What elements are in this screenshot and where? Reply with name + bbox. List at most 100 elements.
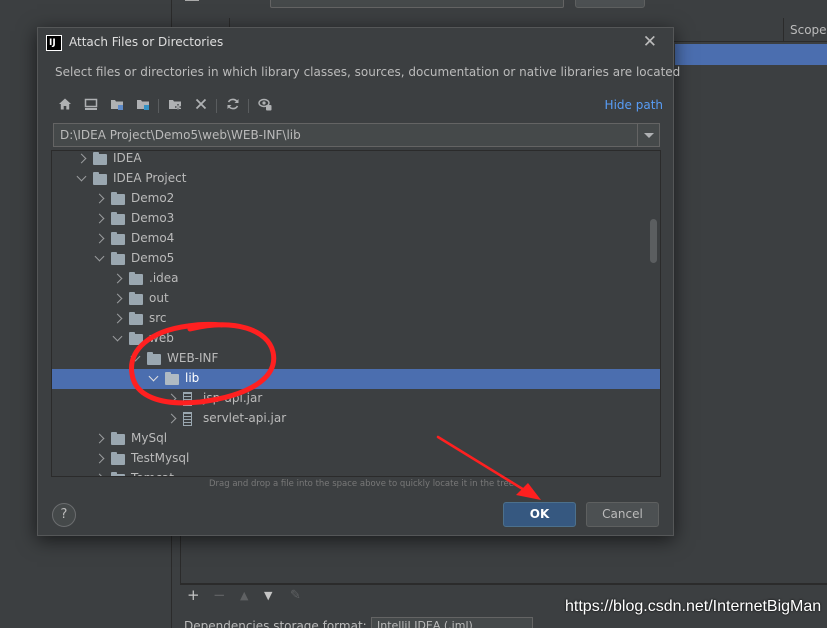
tree-node-label: Demo4 xyxy=(131,231,175,245)
chevron-right-icon[interactable] xyxy=(166,413,177,424)
watermark: https://blog.csdn.net/InternetBigMan xyxy=(565,598,822,615)
add-icon[interactable]: + xyxy=(187,586,200,604)
hide-path-link[interactable]: Hide path xyxy=(605,98,663,112)
chevron-down-icon[interactable] xyxy=(130,351,141,362)
dialog-title: Attach Files or Directories xyxy=(69,35,224,49)
folder-icon xyxy=(111,252,125,265)
tree-node-folder[interactable]: Demo2 xyxy=(52,189,660,209)
background-input[interactable] xyxy=(270,0,564,8)
ok-button[interactable]: OK xyxy=(503,502,576,527)
chevron-right-icon[interactable] xyxy=(94,433,105,444)
tree-node-folder[interactable]: .idea xyxy=(52,269,660,289)
tree-node-folder[interactable]: lib xyxy=(52,369,660,389)
folder-icon xyxy=(129,332,143,345)
tree-node-label: MySql xyxy=(131,431,168,445)
tree-node-label: IDEA Project xyxy=(113,171,187,185)
tree-node-folder[interactable]: Demo4 xyxy=(52,229,660,249)
tree-node-label: IDEA xyxy=(113,151,142,165)
chevron-right-icon[interactable] xyxy=(112,273,123,284)
tree-node-folder[interactable]: Demo3 xyxy=(52,209,660,229)
chevron-down-icon[interactable] xyxy=(112,331,123,342)
tree-node-folder[interactable]: src xyxy=(52,309,660,329)
chevron-right-icon[interactable] xyxy=(94,453,105,464)
tree-node-folder[interactable]: web xyxy=(52,329,660,349)
tree-node-folder[interactable]: IDEA xyxy=(52,151,660,169)
toolbar-separator xyxy=(248,99,249,113)
folder-icon xyxy=(111,452,125,465)
chevron-down-icon[interactable] xyxy=(148,371,159,382)
folder-icon xyxy=(147,352,161,365)
help-button[interactable]: ? xyxy=(52,503,76,527)
file-chooser-toolbar: Hide path xyxy=(54,93,663,119)
chevron-right-icon[interactable] xyxy=(94,193,105,204)
delete-icon[interactable] xyxy=(192,97,210,115)
remove-icon[interactable]: − xyxy=(213,586,226,604)
chevron-right-icon[interactable] xyxy=(112,313,123,324)
refresh-icon[interactable] xyxy=(224,97,242,115)
tree-node-jar[interactable]: servlet-api.jar xyxy=(52,409,660,429)
tree-node-label: Demo5 xyxy=(131,251,175,265)
storage-format-label: Dependencies storage format: xyxy=(184,619,367,628)
chevron-right-icon[interactable] xyxy=(94,213,105,224)
chevron-right-icon[interactable] xyxy=(94,233,105,244)
folder-icon xyxy=(129,272,143,285)
show-hidden-icon[interactable] xyxy=(256,97,274,115)
move-up-icon[interactable]: ▲ xyxy=(240,589,248,602)
folder-icon xyxy=(129,312,143,325)
chevron-down-icon[interactable] xyxy=(637,124,659,146)
tree-scrollbar[interactable] xyxy=(650,219,657,263)
tree-node-jar[interactable]: jsp-api.jar xyxy=(52,389,660,409)
tree-node-label: TestMysql xyxy=(131,451,190,465)
tree-node-label: servlet-api.jar xyxy=(203,411,287,425)
tree-node-folder[interactable]: Demo5 xyxy=(52,249,660,269)
file-tree[interactable]: Tomcat TestMysql MySql servlet-api.jar jsp-a… xyxy=(51,150,661,477)
dialog-title-bar[interactable]: IJ Attach Files or Directories ✕ xyxy=(38,28,673,58)
jar-file-icon xyxy=(183,412,192,426)
menu-icon[interactable] xyxy=(185,0,199,3)
project-folder-icon[interactable] xyxy=(108,97,126,115)
chevron-down-icon[interactable] xyxy=(76,171,87,182)
new-folder-icon[interactable] xyxy=(166,97,184,115)
scope-column-header[interactable]: Scope xyxy=(783,18,827,42)
tree-node-label: WEB-INF xyxy=(167,351,219,365)
folder-icon xyxy=(111,232,125,245)
tree-node-folder[interactable]: TestMysql xyxy=(52,449,660,469)
module-folder-icon[interactable] xyxy=(134,97,152,115)
tree-node-label: .idea xyxy=(149,271,179,285)
tree-node-folder[interactable]: MySql xyxy=(52,429,660,449)
tree-node-label: Tomcat xyxy=(131,471,174,476)
folder-icon xyxy=(111,472,125,476)
folder-icon xyxy=(93,172,107,185)
edit-icon[interactable]: ✎ xyxy=(290,588,301,603)
tree-node-label: Demo3 xyxy=(131,211,175,225)
chevron-right-icon[interactable] xyxy=(94,473,105,476)
folder-icon xyxy=(165,372,179,385)
chevron-right-icon[interactable] xyxy=(166,393,177,404)
path-value: D:\IDEA Project\Demo5\web\WEB-INF\lib xyxy=(60,128,301,142)
close-icon[interactable]: ✕ xyxy=(643,32,657,52)
path-input[interactable]: D:\IDEA Project\Demo5\web\WEB-INF\lib xyxy=(53,123,660,147)
cancel-button[interactable]: Cancel xyxy=(586,502,659,527)
background-edit-button[interactable] xyxy=(575,0,645,8)
tree-node-folder[interactable]: IDEA Project xyxy=(52,169,660,189)
folder-icon xyxy=(111,432,125,445)
home-icon[interactable] xyxy=(56,97,74,115)
tree-node-label: src xyxy=(149,311,167,325)
desktop-icon[interactable] xyxy=(82,97,100,115)
tree-node-folder[interactable]: out xyxy=(52,289,660,309)
toolbar-separator xyxy=(158,99,159,113)
tree-node-label: out xyxy=(149,291,169,305)
tree-node-folder[interactable]: WEB-INF xyxy=(52,349,660,369)
selected-dependency-row[interactable] xyxy=(675,44,827,65)
chevron-right-icon[interactable] xyxy=(76,153,87,164)
storage-format-select[interactable]: IntelliJ IDEA (.iml) xyxy=(371,617,533,628)
drag-drop-hint: Drag and drop a file into the space abov… xyxy=(208,479,514,489)
chevron-down-icon[interactable] xyxy=(94,251,105,262)
folder-icon xyxy=(111,192,125,205)
tree-node-folder[interactable]: Tomcat xyxy=(52,469,660,476)
chevron-right-icon[interactable] xyxy=(112,293,123,304)
attach-files-dialog: IJ Attach Files or Directories ✕ Select … xyxy=(37,27,680,536)
move-down-icon[interactable]: ▼ xyxy=(264,589,272,602)
tree-node-label: web xyxy=(149,331,174,345)
jar-file-icon xyxy=(183,392,192,406)
